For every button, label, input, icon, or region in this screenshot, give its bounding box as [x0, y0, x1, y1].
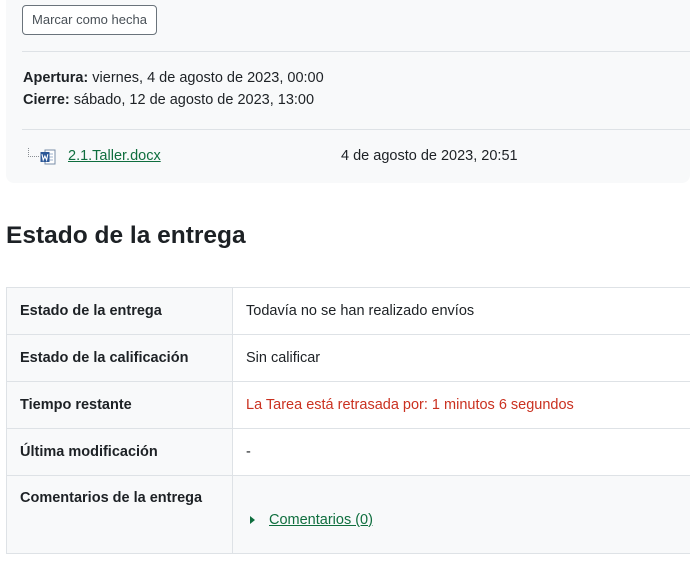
- divider: [22, 51, 690, 52]
- opening-value: viernes, 4 de agosto de 2023, 00:00: [88, 70, 324, 86]
- submission-status-heading: Estado de la entrega: [6, 222, 246, 249]
- row-label: Tiempo restante: [6, 381, 233, 429]
- mark-as-done-button[interactable]: Marcar como hecha: [22, 5, 157, 35]
- row-label: Estado de la entrega: [6, 287, 233, 335]
- word-document-icon: [40, 149, 56, 165]
- attachment-file-link[interactable]: 2.1.Taller.docx: [68, 148, 161, 164]
- caret-right-icon[interactable]: [250, 515, 255, 524]
- submission-status-table: Estado de la entrega Todavía no se han r…: [6, 287, 690, 554]
- tree-connector: [28, 148, 39, 157]
- attachment-row: 2.1.Taller.docx 4 de agosto de 2023, 20:…: [28, 145, 648, 169]
- divider: [22, 129, 690, 130]
- table-row: Estado de la calificación Sin calificar: [6, 334, 690, 382]
- table-row: Última modificación -: [6, 428, 690, 476]
- row-value: -: [232, 428, 690, 476]
- opening-label: Apertura:: [23, 70, 89, 86]
- row-label: Estado de la calificación: [6, 334, 233, 382]
- closing-value: sábado, 12 de agosto de 2023, 13:00: [69, 92, 315, 108]
- opening-date: Apertura: viernes, 4 de agosto de 2023, …: [23, 70, 324, 86]
- comments-link[interactable]: Comentarios (0): [269, 512, 373, 528]
- row-value: Sin calificar: [232, 334, 690, 382]
- table-row: Comentarios de la entrega Comentarios (0…: [6, 475, 690, 554]
- row-label: Última modificación: [6, 428, 233, 476]
- row-value: Comentarios (0): [232, 475, 690, 554]
- comments-toggle[interactable]: Comentarios (0): [246, 502, 690, 528]
- table-row: Estado de la entrega Todavía no se han r…: [6, 287, 690, 335]
- row-value: Todavía no se han realizado envíos: [232, 287, 690, 335]
- closing-label: Cierre:: [23, 92, 70, 108]
- table-row: Tiempo restante La Tarea está retrasada …: [6, 381, 690, 429]
- closing-date: Cierre: sábado, 12 de agosto de 2023, 13…: [23, 92, 314, 108]
- row-label: Comentarios de la entrega: [6, 475, 233, 554]
- attachment-date: 4 de agosto de 2023, 20:51: [341, 148, 518, 164]
- time-remaining-overdue: La Tarea está retrasada por: 1 minutos 6…: [232, 381, 690, 429]
